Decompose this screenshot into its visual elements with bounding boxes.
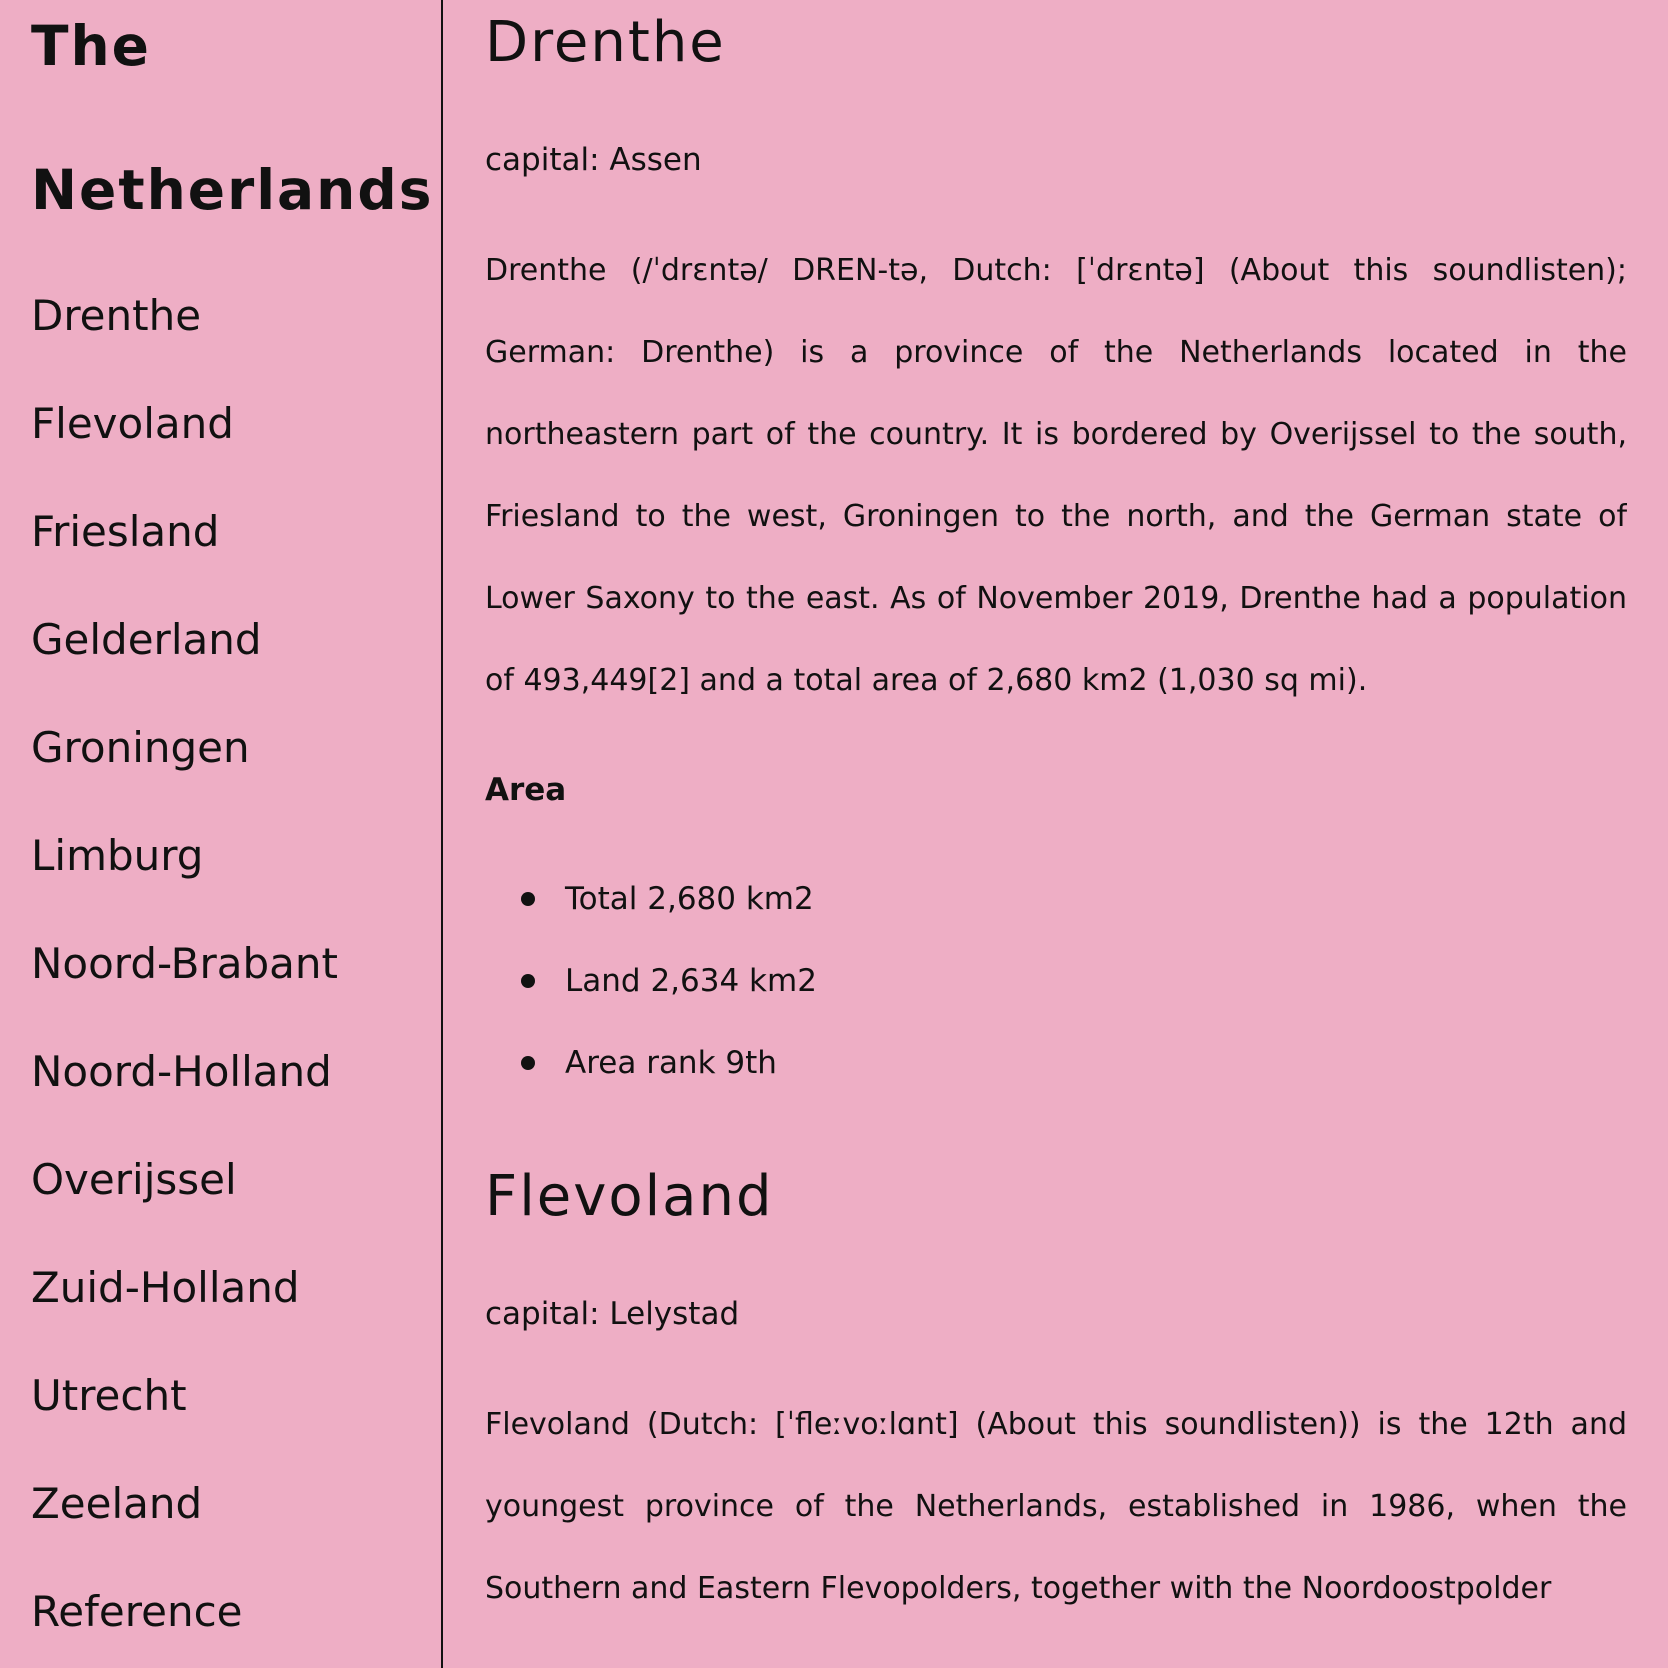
bullet-icon <box>521 892 535 906</box>
nav-item-utrecht[interactable]: Utrecht <box>31 1342 441 1450</box>
nav-item-flevoland[interactable]: Flevoland <box>31 370 441 478</box>
nav-item-noord-holland[interactable]: Noord-Holland <box>31 1018 441 1126</box>
list-item: Total 2,680 km2 <box>485 858 1627 940</box>
nav-item-overijssel[interactable]: Overijssel <box>31 1126 441 1234</box>
section-flevoland: Flevoland capital: Lelystad Flevoland (D… <box>485 1152 1627 1630</box>
description-paragraph: Flevoland (Dutch: [ˈfleːvoːlɑnt] (About … <box>485 1407 1627 1606</box>
nav-item-groningen[interactable]: Groningen <box>31 694 441 802</box>
nav-item-gelderland[interactable]: Gelderland <box>31 586 441 694</box>
area-item-text: Land 2,634 km2 <box>565 963 817 999</box>
nav-item-noord-brabant[interactable]: Noord-Brabant <box>31 910 441 1018</box>
area-item-text: Area rank 9th <box>565 1045 777 1081</box>
main-content: Drenthe capital: Assen Drenthe (/ˈdrɛntə… <box>485 0 1627 1668</box>
bullet-icon <box>521 974 535 988</box>
nav-list: Drenthe Flevoland Friesland Gelderland G… <box>31 262 441 1666</box>
site-title: The Netherlands <box>31 14 434 222</box>
nav-item-drenthe[interactable]: Drenthe <box>31 262 441 370</box>
list-item: Area rank 9th <box>485 1022 1627 1104</box>
section-title: Flevoland <box>485 1164 774 1229</box>
capital-text: capital: Assen <box>485 142 702 178</box>
sidebar: The Netherlands Drenthe Flevoland Friesl… <box>0 0 443 1668</box>
section-title: Drenthe <box>485 10 726 75</box>
area-heading: Area <box>485 772 567 808</box>
nav-item-limburg[interactable]: Limburg <box>31 802 441 910</box>
nav-item-reference[interactable]: Reference <box>31 1558 441 1666</box>
list-item: Land 2,634 km2 <box>485 940 1627 1022</box>
nav-item-zeeland[interactable]: Zeeland <box>31 1450 441 1558</box>
section-drenthe: Drenthe capital: Assen Drenthe (/ˈdrɛntə… <box>485 0 1627 1104</box>
nav-item-zuid-holland[interactable]: Zuid-Holland <box>31 1234 441 1342</box>
area-item-text: Total 2,680 km2 <box>565 881 814 917</box>
area-list: Total 2,680 km2 Land 2,634 km2 Area rank… <box>485 858 1627 1104</box>
description-paragraph: Drenthe (/ˈdrɛntə/ DREN-tə, Dutch: [ˈdrɛ… <box>485 253 1627 698</box>
bullet-icon <box>521 1056 535 1070</box>
nav-item-friesland[interactable]: Friesland <box>31 478 441 586</box>
capital-text: capital: Lelystad <box>485 1296 740 1332</box>
